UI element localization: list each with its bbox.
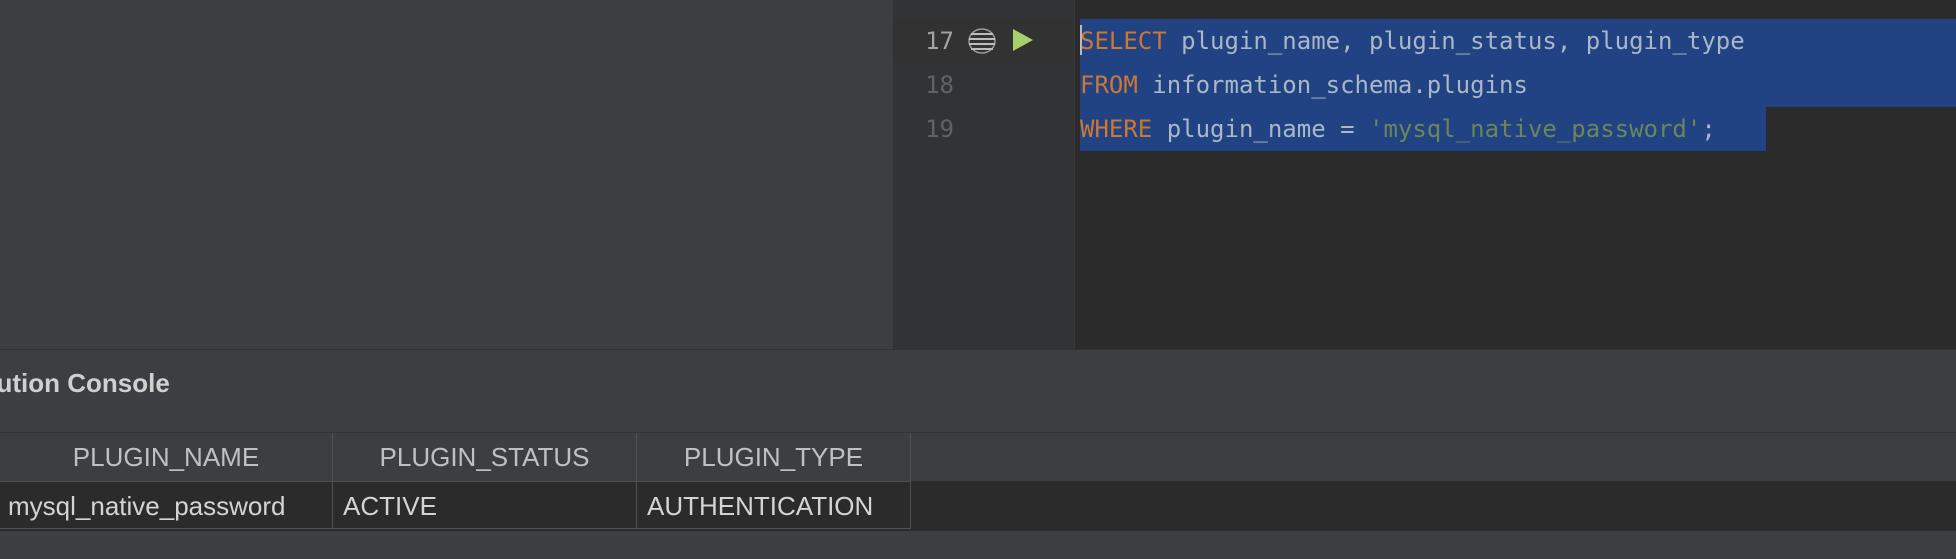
code-line-18: FROM information_schema.plugins xyxy=(1080,63,1528,107)
statement-lines-icon[interactable] xyxy=(967,26,997,56)
line-number-18: 18 xyxy=(925,71,954,99)
run-icon[interactable] xyxy=(1011,27,1035,53)
keyword-where: WHERE xyxy=(1080,115,1153,143)
editor-gutter: 16 17 18 19 xyxy=(894,0,1075,349)
column-header-plugin-name[interactable]: PLUGIN_NAME xyxy=(0,433,333,481)
sql-editor[interactable]: SELECT plugin_name, plugin_status, plugi… xyxy=(1075,0,1956,349)
table-cell[interactable]: mysql_native_password xyxy=(0,481,333,529)
line-number-19: 19 xyxy=(925,115,954,143)
keyword-select: SELECT xyxy=(1080,27,1167,55)
left-tool-panel xyxy=(0,0,894,349)
line-number-17: 17 xyxy=(925,27,954,55)
code-line-17: SELECT plugin_name, plugin_status, plugi… xyxy=(1080,19,1745,63)
execution-console-panel: cution Console PLUGIN_NAME PLUGIN_STATUS… xyxy=(0,349,1956,559)
string-literal: 'mysql_native_password' xyxy=(1369,115,1702,143)
text-caret xyxy=(1080,25,1082,55)
console-title: cution Console xyxy=(0,368,170,398)
keyword-from: FROM xyxy=(1080,71,1138,99)
column-header-plugin-type[interactable]: PLUGIN_TYPE xyxy=(637,433,911,481)
code-text: plugin_name, plugin_status, plugin_type xyxy=(1166,27,1745,55)
line-number-16: 16 xyxy=(894,0,954,10)
code-text: information_schema.plugins xyxy=(1137,71,1528,99)
table-cell[interactable]: ACTIVE xyxy=(333,481,637,529)
code-line-19: WHERE plugin_name = 'mysql_native_passwo… xyxy=(1080,107,1716,151)
code-text: plugin_name = xyxy=(1152,115,1369,143)
code-text: ; xyxy=(1701,115,1716,143)
column-header-plugin-status[interactable]: PLUGIN_STATUS xyxy=(333,433,637,481)
table-cell[interactable]: AUTHENTICATION xyxy=(637,481,911,529)
